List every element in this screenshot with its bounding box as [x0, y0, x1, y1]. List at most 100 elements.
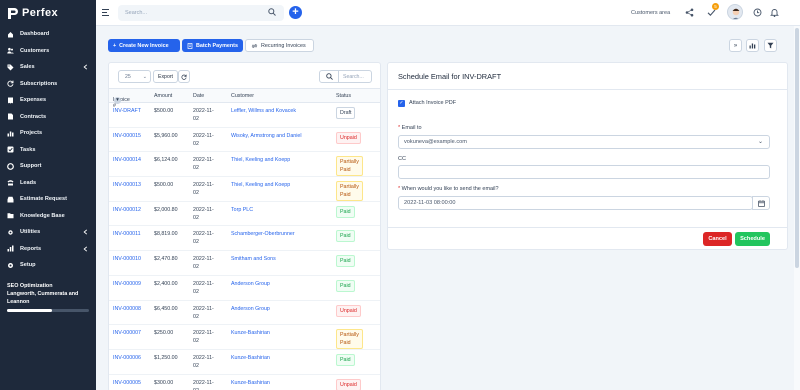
sidebar-item-customers[interactable]: Customers [0, 43, 96, 60]
customer-link[interactable]: Torp PLC [231, 206, 253, 214]
column-header-customer[interactable]: Customer [231, 93, 254, 99]
statistics-button[interactable] [746, 39, 759, 52]
table-row[interactable]: INV-DRAFT $500.00 2022-11-02 Leffler, Willm… [109, 103, 380, 128]
sidebar-item-estimate-request[interactable]: Estimate Request [0, 191, 96, 208]
sidebar-item-tasks[interactable]: Tasks [0, 142, 96, 159]
search-icon[interactable] [268, 8, 276, 16]
sidebar-item-label: Dashboard [20, 31, 50, 38]
quick-create-plus-button[interactable]: + [289, 6, 302, 19]
sidebar-item-expenses[interactable]: Expenses [0, 92, 96, 109]
table-row[interactable]: INV-000014 $6,124.00 2022-11-02 Thiel, Keel… [109, 152, 380, 178]
table-row[interactable]: INV-000008 $6,450.00 2022-11-02 Anderson Gr… [109, 301, 380, 326]
invoice-number-link[interactable]: INV-DRAFT [113, 107, 141, 115]
sidebar-item-utilities[interactable]: Utilities [0, 224, 96, 241]
sidebar-item-subscriptions[interactable]: Subscriptions [0, 76, 96, 93]
bell-icon[interactable] [770, 8, 779, 17]
table-row[interactable]: INV-000015 $5,960.00 2022-11-02 Wisoky, Arm… [109, 128, 380, 153]
invoice-date: 2022-11-02 [193, 231, 214, 246]
column-header-status[interactable]: Status [336, 93, 351, 99]
inbox-icon [7, 196, 14, 203]
logo[interactable]: Perfex [0, 0, 96, 26]
customer-link[interactable]: Anderson Group [231, 280, 270, 288]
invoice-number-link[interactable]: INV-000014 [113, 156, 141, 164]
cc-field[interactable] [398, 165, 770, 179]
invoice-number-link[interactable]: INV-000006 [113, 354, 141, 362]
app-name: Perfex [22, 7, 59, 19]
column-header-date[interactable]: Date [193, 93, 204, 99]
sidebar-project-widget[interactable]: SEO Optimization Langworth, Cummerata an… [7, 282, 91, 312]
recurring-invoices-button[interactable]: Recurring Invoices [245, 39, 314, 52]
customer-link[interactable]: Schamberger-Oberbrunner [231, 230, 295, 238]
sidebar-item-reports[interactable]: Reports [0, 241, 96, 258]
sidebar-item-dashboard[interactable]: Dashboard [0, 26, 96, 43]
customer-link[interactable]: Thiel, Keeling and Koepp [231, 181, 290, 189]
sidebar-item-support[interactable]: Support [0, 158, 96, 175]
table-row[interactable]: INV-000005 $300.00 2022-11-02 Kunze-Bashiri… [109, 375, 380, 390]
customers-area-link[interactable]: Customers area [631, 10, 670, 16]
invoice-number-link[interactable]: INV-000011 [113, 230, 141, 238]
table-row[interactable]: INV-000013 $500.00 2022-11-02 Thiel, Keelin… [109, 177, 380, 202]
create-invoice-button[interactable]: + Create New Invoice [108, 39, 180, 52]
table-row[interactable]: INV-000012 $2,000.80 2022-11-02 Torp PLC Pai… [109, 202, 380, 227]
column-header-amount[interactable]: Amount [154, 93, 172, 99]
sidebar-item-projects[interactable]: Projects [0, 125, 96, 142]
invoice-number-link[interactable]: INV-000007 [113, 329, 141, 337]
customer-link[interactable]: Kunze-Bashirian [231, 379, 270, 387]
customer-link[interactable]: Wisoky, Armstrong and Daniel [231, 132, 302, 140]
invoice-date: 2022-11-02 [193, 354, 214, 369]
sidebar-item-contracts[interactable]: Contracts [0, 109, 96, 126]
sidebar-item-sales[interactable]: Sales [0, 59, 96, 76]
toggle-table-button[interactable]: » [729, 39, 742, 52]
customer-link[interactable]: Thiel, Keeling and Koepp [231, 156, 290, 164]
reload-button[interactable] [178, 70, 190, 83]
table-row[interactable]: INV-000011 $8,819.00 2022-11-02 Schamberger… [109, 226, 380, 252]
table-search-input[interactable]: Search... [338, 70, 372, 83]
table-row[interactable]: INV-000010 $2,470.80 2022-11-02 Smitham and… [109, 251, 380, 276]
recurring-invoices-label: Recurring Invoices [261, 42, 306, 49]
project-title: SEO Optimization [7, 283, 53, 289]
top-header: Search... + Customers area 5 [96, 0, 800, 26]
chevron-down-icon: ⌄ [757, 139, 763, 145]
filter-button[interactable] [764, 39, 777, 52]
table-row[interactable]: INV-000007 $250.00 2022-11-02 Kunze-Bashiri… [109, 325, 380, 350]
table-search-button[interactable] [319, 70, 339, 83]
invoice-number-link[interactable]: INV-000013 [113, 181, 141, 189]
cancel-button[interactable]: Cancel [703, 232, 732, 246]
invoice-number-link[interactable]: INV-000008 [113, 305, 141, 313]
calendar-button[interactable] [752, 196, 770, 210]
scrollbar-thumb[interactable] [795, 28, 799, 268]
invoice-number-link[interactable]: INV-000010 [113, 255, 141, 263]
table-row[interactable]: INV-000006 $1,250.00 2022-11-02 Kunze-Bashi… [109, 350, 380, 375]
menu-toggle-icon[interactable] [102, 9, 110, 16]
schedule-datetime-field[interactable]: 2022-11-03 08:00:00 [398, 196, 753, 210]
sidebar-item-knowledge-base[interactable]: Knowledge Base [0, 208, 96, 225]
divider [388, 89, 787, 90]
export-button[interactable]: Export [153, 70, 178, 83]
customer-link[interactable]: Leffler, Willms and Kovacek [231, 107, 296, 115]
table-row[interactable]: INV-000009 $2,400.00 2022-11-02 Anderson Gr… [109, 276, 380, 301]
customer-link[interactable]: Anderson Group [231, 305, 270, 313]
customer-link[interactable]: Kunze-Bashirian [231, 329, 270, 337]
invoice-number-link[interactable]: INV-000015 [113, 132, 141, 140]
status-badge: Paid [336, 255, 355, 268]
sidebar-item-leads[interactable]: Leads [0, 175, 96, 192]
customer-link[interactable]: Kunze-Bashirian [231, 354, 270, 362]
sidebar-nav: Dashboard Customers Sales Subscriptions Expe… [0, 26, 96, 274]
global-search-input[interactable]: Search... [118, 5, 284, 21]
page-scrollbar[interactable] [794, 26, 800, 390]
batch-payments-button[interactable]: Batch Payments [182, 39, 243, 52]
attach-pdf-label[interactable]: Attach Invoice PDF [409, 100, 456, 106]
per-page-select[interactable]: 25 ⌄ [118, 70, 151, 83]
email-to-select[interactable]: vokuneva@example.com ⌄ [398, 135, 770, 149]
clock-icon[interactable] [753, 8, 762, 17]
schedule-button[interactable]: Schedule [735, 232, 770, 246]
invoice-number-link[interactable]: INV-000009 [113, 280, 141, 288]
user-avatar[interactable] [727, 4, 743, 20]
share-icon[interactable] [685, 8, 694, 17]
folder-icon [7, 213, 14, 219]
invoice-number-link[interactable]: INV-000012 [113, 206, 141, 214]
attach-pdf-checkbox[interactable]: ✓ [398, 100, 405, 107]
customer-link[interactable]: Smitham and Sons [231, 255, 276, 263]
invoice-number-link[interactable]: INV-000005 [113, 379, 141, 387]
sidebar-item-setup[interactable]: Setup [0, 257, 96, 274]
